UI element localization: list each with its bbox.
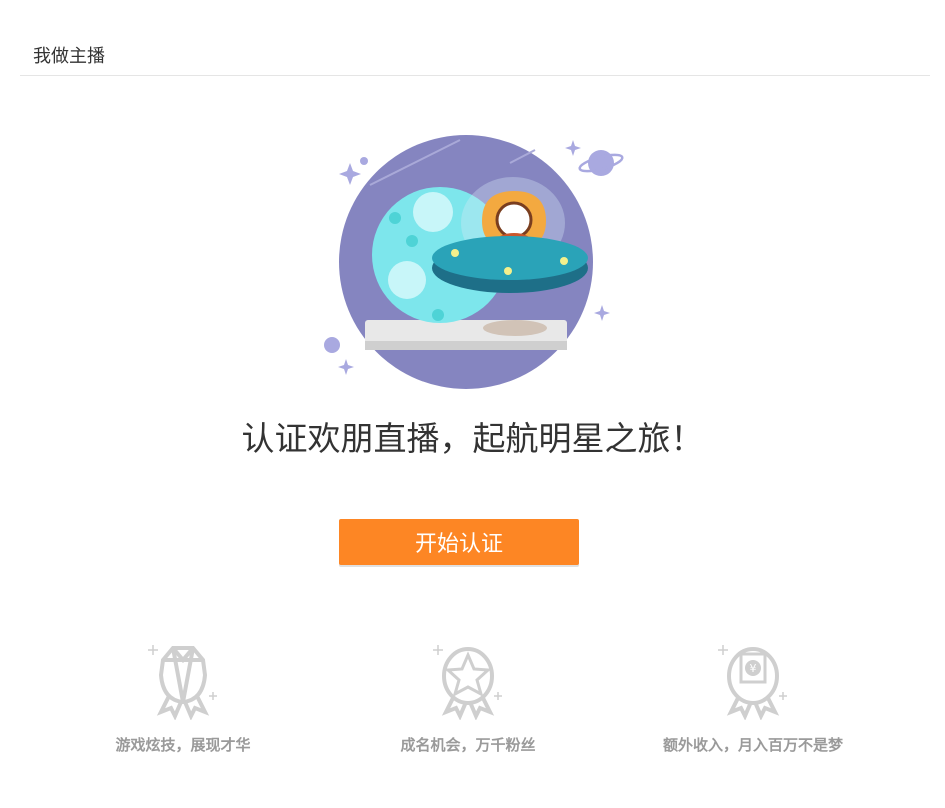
ufo-astronaut-illustration [324,135,624,389]
feature-label: 成名机会，万千粉丝 [400,736,536,754]
feature-item: 游戏炫技，展现才华 [53,640,313,755]
feature-item: 成名机会，万千粉丝 [338,640,598,755]
svg-text:¥: ¥ [750,662,757,675]
page-header: 我做主播 [20,0,930,76]
hero-headline: 认证欢朋直播，起航明星之旅！ [241,419,704,458]
feature-item: ¥ 额外收入，月入百万不是梦 [623,640,883,755]
start-verification-button[interactable]: 开始认证 [339,519,579,565]
diamond-badge-icon [148,645,217,720]
page-title: 我做主播 [33,46,105,67]
feature-label: 额外收入，月入百万不是梦 [662,736,843,754]
yuan-badge-icon: ¥ [718,645,787,720]
feature-label: 游戏炫技，展现才华 [115,736,251,754]
star-badge-icon [433,645,502,720]
